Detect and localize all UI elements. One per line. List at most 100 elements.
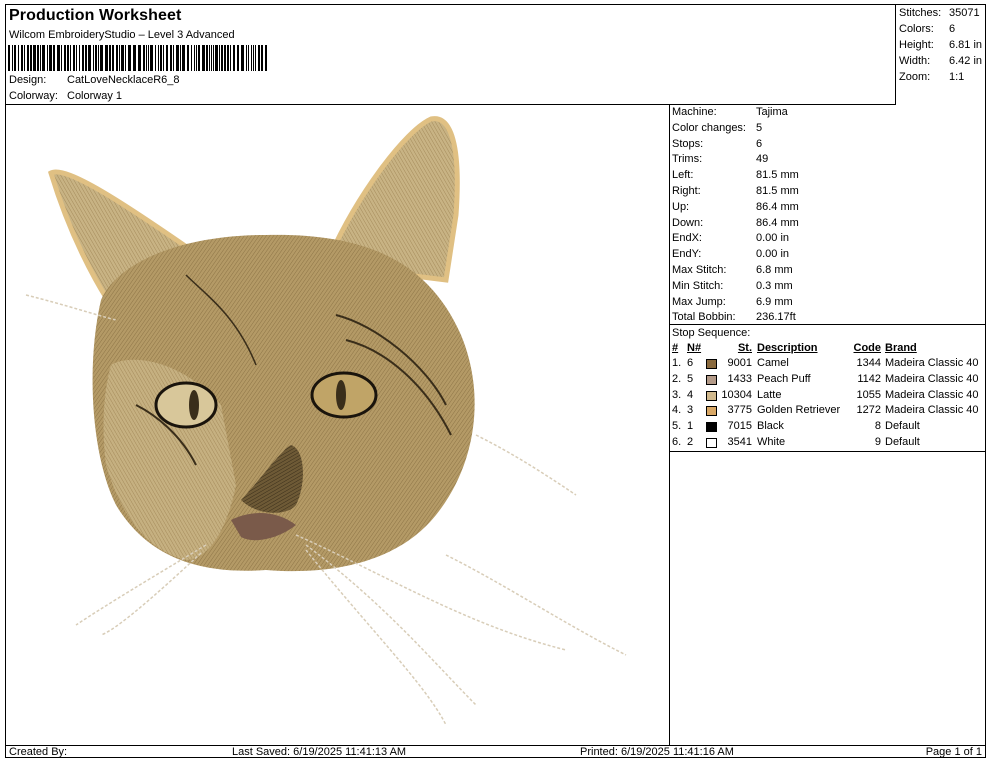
cat-embroidery-image [25,116,627,726]
info-row: Min Stitch: 0.3 mm [672,280,793,292]
row-description: White [757,436,786,448]
info-value: 0.00 in [756,248,790,261]
info-value: 81.5 mm [756,185,799,197]
row-description: Latte [757,388,782,401]
col-brand: Brand [885,342,917,354]
summary-value: 6 [949,23,956,35]
info-value: 49 [756,153,769,166]
info-value: 236.17ft [756,311,796,324]
row-needle: 2 [687,436,694,448]
worksheet-footer: Created By: Last Saved: 6/19/2025 11:41:… [6,745,985,758]
colorway-name: Colorway 1 [67,90,123,102]
row-code: 1344 [856,357,881,369]
summary-row: Height: 6.81 in [899,39,982,51]
color-swatch [706,359,717,369]
row-brand: Madeira Classic 40 [885,388,979,401]
info-row: Max Jump: 6.9 mm [672,296,793,308]
info-label: EndX: [672,232,702,245]
info-label: Max Jump: [672,295,726,308]
row-stitches: 1433 [727,372,752,385]
summary-label: Height: [899,39,934,51]
row-needle: 3 [687,404,694,417]
info-row: Trims: 49 [672,153,768,165]
worksheet-header: Production Worksheet Wilcom EmbroiderySt… [6,5,896,105]
row-description: Golden Retriever [757,404,841,417]
row-index: 3. [672,388,682,401]
row-stitches: 9001 [727,357,752,369]
divider [670,451,985,452]
info-row: Stops: 6 [672,138,762,150]
col-code: Code [853,342,882,354]
row-description: Camel [757,357,789,369]
color-swatch [706,390,717,401]
info-value: Tajima [756,106,788,118]
info-row: Max Stitch: 6.8 mm [672,264,793,276]
row-index: 5. [672,420,682,433]
table-row: 1. 6 9001 Camel 1344 Madeira Classic 40 [670,357,985,372]
row-stitches: 7015 [727,420,752,433]
summary-row: Stitches: 35071 [899,7,980,19]
color-swatch [706,406,717,417]
row-stitches: 3541 [727,436,752,448]
summary-value: 6.81 in [949,39,983,51]
design-name: CatLoveNecklaceR6_8 [67,74,180,86]
row-needle: 6 [687,357,694,369]
info-label: Up: [672,200,690,213]
info-row: Right: 81.5 mm [672,185,799,197]
summary-label: Stitches: [899,7,942,19]
info-row: Total Bobbin: 236.17ft [672,311,796,323]
info-label: Max Stitch: [672,264,727,276]
row-index: 6. [672,436,682,448]
info-label: Min Stitch: [672,279,724,292]
col-description: Description [757,342,818,354]
info-label: Down: [672,216,704,229]
summary-row: Width: 6.42 in [899,55,982,67]
page-title: Production Worksheet [9,7,182,24]
summary-value: 6.42 in [949,55,983,67]
row-code: 9 [874,436,881,448]
info-value: 6 [756,137,763,150]
row-brand: Default [885,436,920,448]
row-brand: Madeira Classic 40 [885,372,979,385]
summary-label: Width: [899,55,931,67]
design-summary: Stitches: 35071 Colors: 6 Height: 6.81 in Widt… [896,5,985,105]
page-number: Page 1 of 1 [925,746,982,758]
info-row: Left: 81.5 mm [672,169,799,181]
color-swatch [706,374,717,385]
machine-info-panel: Machine: Tajima Color changes: 5 Stops: 6 Trim… [670,105,985,745]
table-row: 3. 4 10304 Latte 1055 Madeira Classic 40 [670,389,985,404]
info-value: 86.4 mm [756,216,799,229]
color-swatch [706,422,717,433]
info-value: 81.5 mm [756,169,799,182]
row-brand: Default [885,420,920,433]
info-value: 0.3 mm [756,279,793,292]
design-row: Design: CatLoveNecklaceR6_8 [9,74,180,86]
summary-label: Zoom: [899,71,931,83]
info-label: Trims: [672,153,703,166]
col-needle: N# [687,342,702,354]
divider [670,324,985,325]
info-value: 6.9 mm [756,295,793,308]
row-code: 1142 [857,372,881,385]
last-saved: Last Saved: 6/19/2025 11:41:13 AM [232,746,407,758]
design-preview [6,105,670,745]
row-description: Black [757,420,784,433]
row-code: 1272 [856,404,881,417]
table-row: 6. 2 3541 White 9 Default [670,436,985,451]
summary-row: Colors: 6 [899,23,955,35]
info-label: Left: [672,169,694,182]
summary-label: Colors: [899,23,934,35]
info-row: Machine: Tajima [672,106,788,118]
info-label: Color changes: [672,121,746,134]
colorway-row: Colorway: Colorway 1 [9,90,122,102]
table-row: 2. 5 1433 Peach Puff 1142 Madeira Classi… [670,373,985,388]
stop-sequence-title: Stop Sequence: [672,327,751,339]
info-row: EndX: 0.00 in [672,232,789,244]
barcode-icon [8,45,267,71]
row-index: 4. [672,404,682,417]
row-index: 1. [672,357,682,369]
row-code: 1055 [856,388,881,401]
col-stitches: St. [737,342,752,354]
info-row: Up: 86.4 mm [672,201,799,213]
row-brand: Madeira Classic 40 [885,404,979,417]
